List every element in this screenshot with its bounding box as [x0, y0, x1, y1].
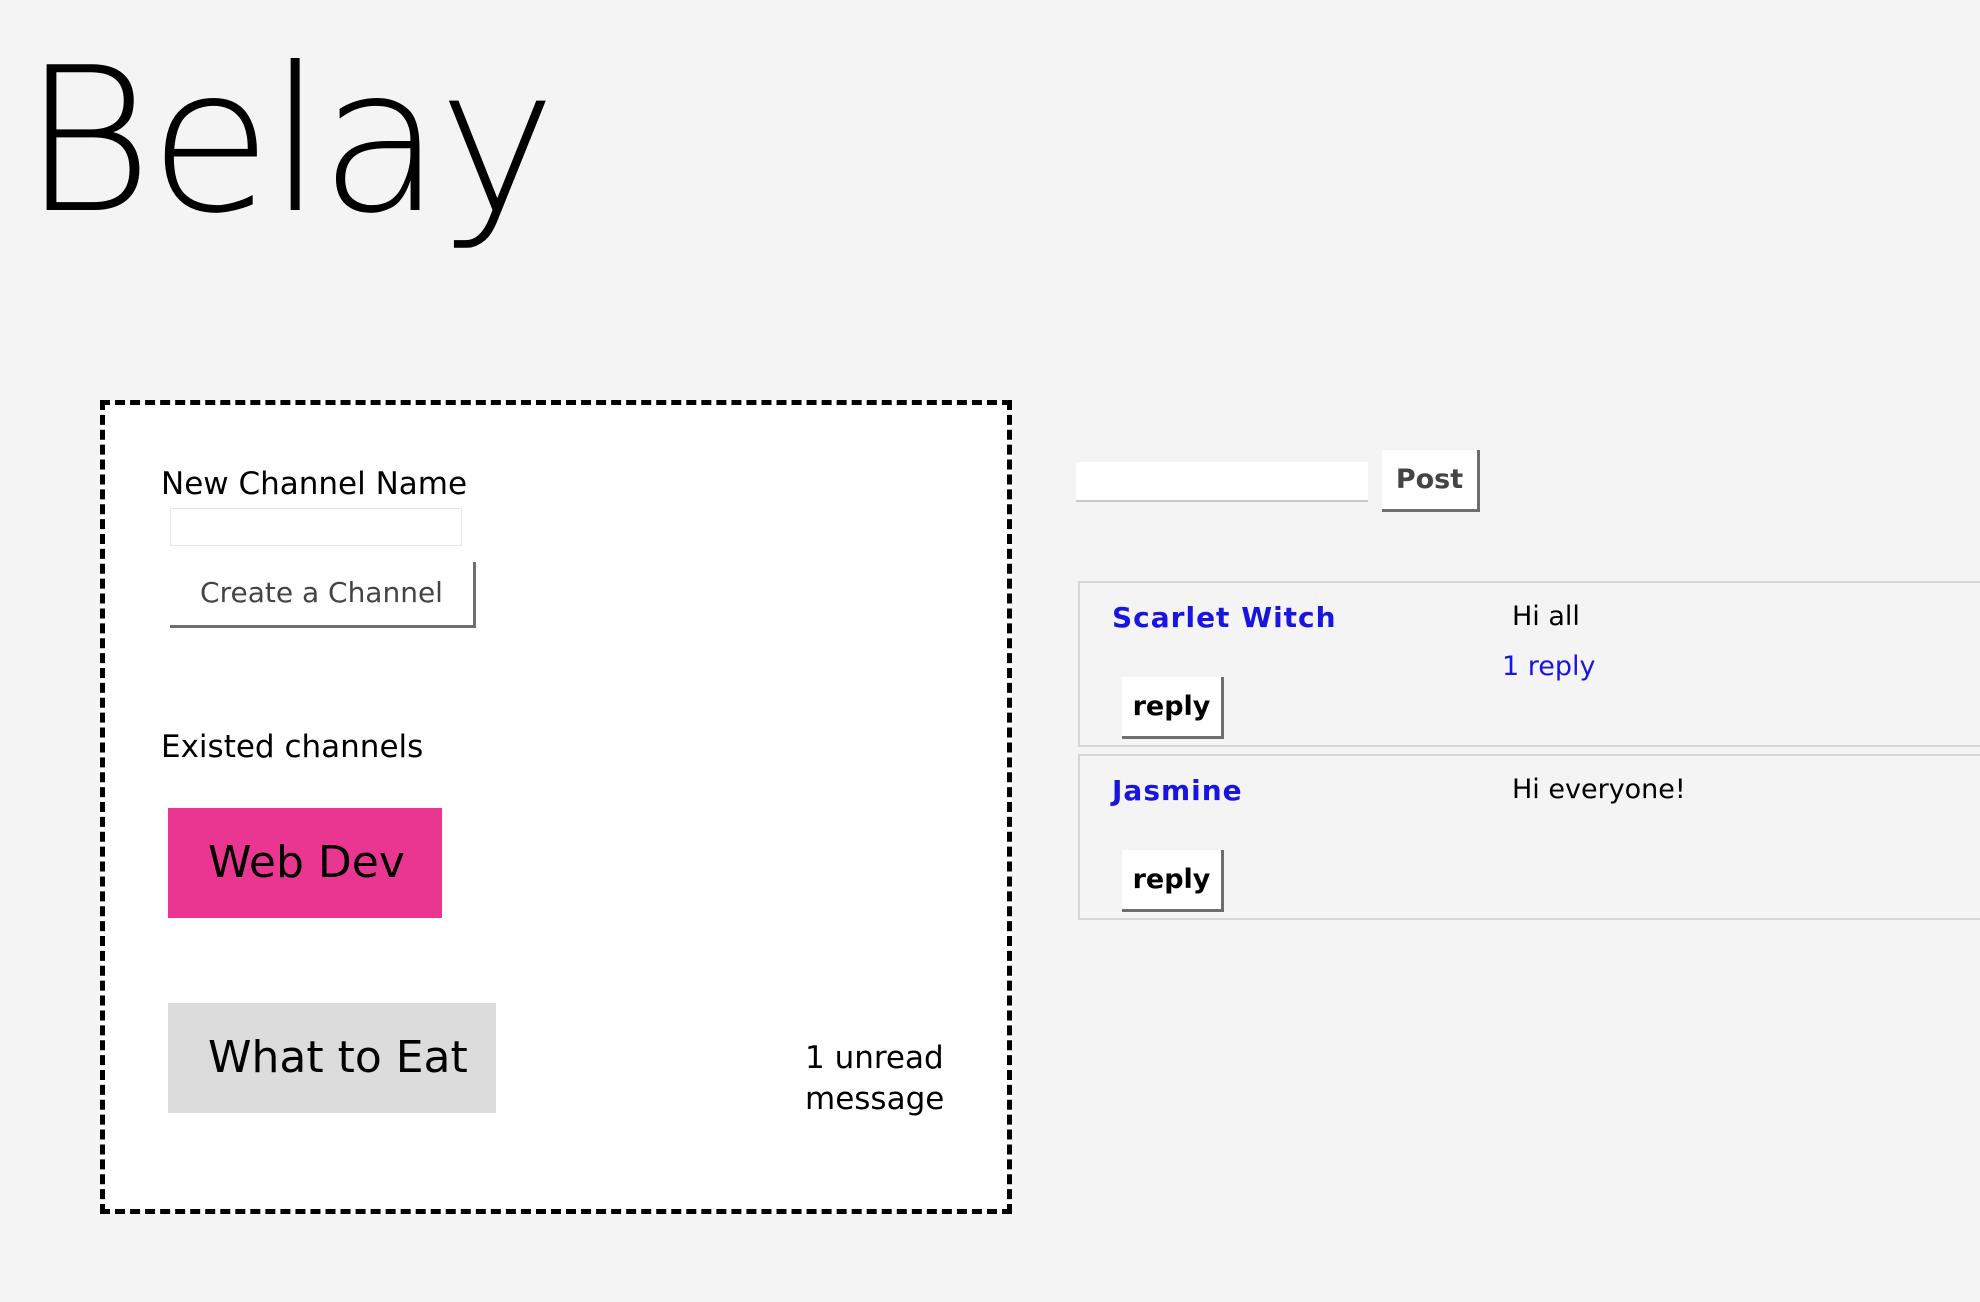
replies-link[interactable]: 1 reply	[1502, 651, 1596, 682]
channel-what-to-eat-button[interactable]: What to Eat	[168, 1003, 496, 1113]
message-author[interactable]: Jasmine	[1112, 774, 1243, 807]
message-input[interactable]	[1076, 462, 1368, 502]
channel-web-dev-button[interactable]: Web Dev	[168, 808, 442, 918]
message-item: Scarlet Witch Hi all 1 reply reply	[1078, 581, 1980, 747]
app-title: Belay	[22, 25, 556, 258]
create-channel-button[interactable]: Create a Channel	[170, 562, 476, 628]
message-item: Jasmine Hi everyone! reply	[1078, 754, 1980, 920]
message-text: Hi everyone!	[1512, 774, 1686, 805]
existed-channels-label: Existed channels	[161, 729, 424, 765]
new-channel-input[interactable]	[170, 508, 462, 546]
new-channel-label: New Channel Name	[161, 466, 468, 502]
post-button[interactable]: Post	[1382, 450, 1480, 512]
message-text: Hi all	[1512, 601, 1580, 632]
reply-button[interactable]: reply	[1122, 677, 1224, 739]
unread-message-count: 1 unread message	[805, 1040, 945, 1117]
reply-button[interactable]: reply	[1122, 850, 1224, 912]
message-author[interactable]: Scarlet Witch	[1112, 601, 1337, 634]
